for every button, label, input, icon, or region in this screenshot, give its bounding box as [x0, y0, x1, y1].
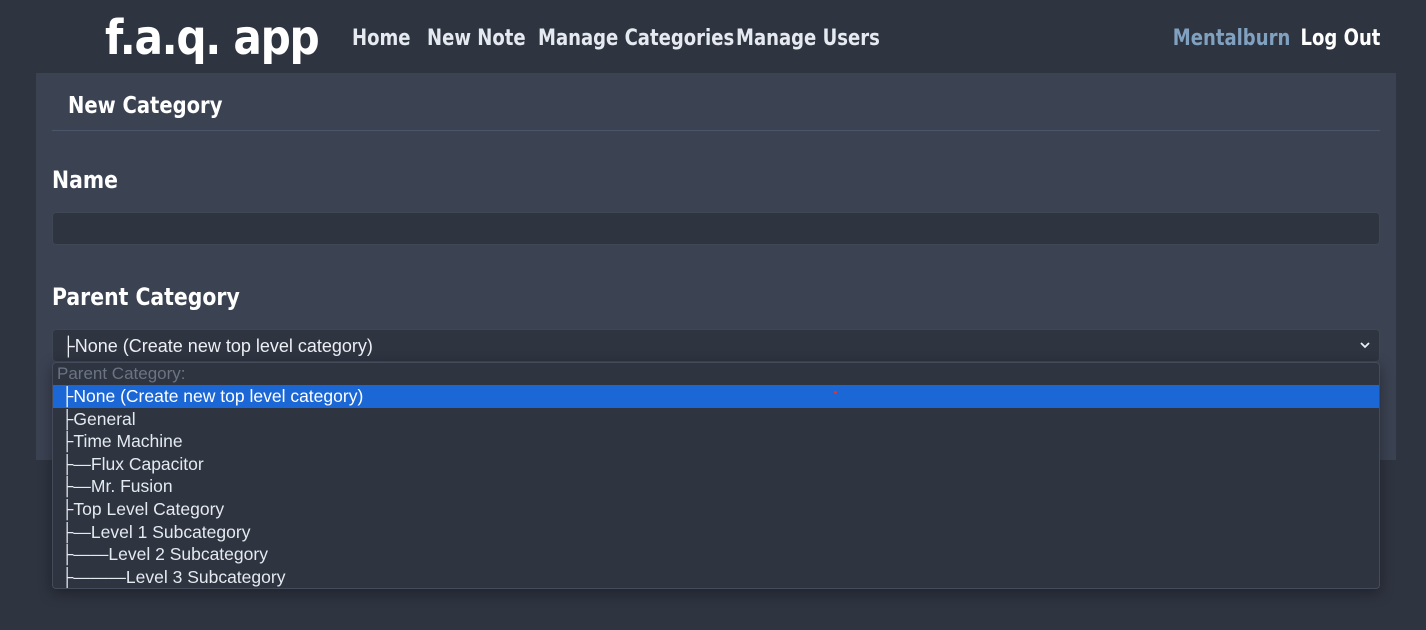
- dropdown-header: Parent Category:: [57, 364, 186, 383]
- navbar: f.a.q. app Home New Note Manage Categori…: [0, 0, 1426, 73]
- dropdown-option[interactable]: ├Time Machine: [53, 430, 1379, 453]
- name-label: Name: [52, 166, 118, 194]
- dropdown-option[interactable]: ├—Mr. Fusion: [53, 475, 1379, 498]
- dropdown-option[interactable]: ├None (Create new top level category): [53, 385, 1379, 408]
- nav-user-link[interactable]: Mentalburn: [1173, 24, 1291, 54]
- parent-category-label: Parent Category: [52, 283, 240, 311]
- nav-user-area: Mentalburn Log Out: [1147, 24, 1380, 54]
- parent-category-selected-value: ├None (Create new top level category): [62, 336, 373, 356]
- nav-link-manage-users[interactable]: Manage Users: [736, 24, 880, 54]
- name-input[interactable]: [52, 212, 1380, 245]
- parent-category-select[interactable]: ├None (Create new top level category): [52, 329, 1380, 362]
- dropdown-option[interactable]: ├Top Level Category: [53, 498, 1379, 521]
- mouse-cursor-marker: [834, 391, 837, 394]
- brand-logo[interactable]: f.a.q. app: [105, 8, 320, 68]
- dropdown-option[interactable]: ├General: [53, 408, 1379, 431]
- dropdown-option[interactable]: ├—Level 1 Subcategory: [53, 521, 1379, 544]
- nav-link-manage-categories[interactable]: Manage Categories: [538, 24, 734, 54]
- nav-link-home[interactable]: Home: [352, 24, 411, 54]
- nav-link-new-note[interactable]: New Note: [427, 24, 526, 54]
- dropdown-option[interactable]: ├—Flux Capacitor: [53, 453, 1379, 476]
- title-divider: [52, 130, 1380, 131]
- logout-link[interactable]: Log Out: [1300, 24, 1380, 54]
- page-title: New Category: [68, 93, 223, 119]
- chevron-down-icon: [1360, 342, 1370, 349]
- dropdown-option[interactable]: ├——Level 2 Subcategory: [53, 543, 1379, 566]
- nav-links: Home New Note Manage Categories Manage U…: [352, 24, 923, 54]
- parent-category-dropdown: Parent Category: ├None (Create new top l…: [52, 362, 1380, 589]
- dropdown-option[interactable]: ├———Level 3 Subcategory: [53, 566, 1379, 588]
